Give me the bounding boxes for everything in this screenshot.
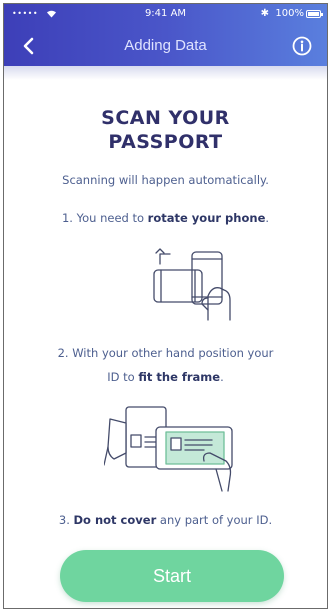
phone-screen: ••••• 9:41 AM ✱ 100% Adding Data SCAN YO… <box>3 3 328 609</box>
scan-heading-line2: PASSPORT <box>108 131 223 153</box>
step-1-prefix: 1. You need to <box>61 211 148 225</box>
scan-heading: SCAN YOUR PASSPORT <box>4 106 327 154</box>
step-2-suffix: . <box>220 370 224 384</box>
fit-frame-illustration <box>104 406 233 492</box>
rotate-phone-illustration <box>153 248 231 321</box>
step-2-line-2: ID to fit the frame. <box>4 370 327 384</box>
step-1: 1. You need to rotate your phone. <box>4 211 327 225</box>
step-3-suffix: any part of your ID. <box>156 513 273 527</box>
step-2-prefix: ID to <box>107 370 139 384</box>
step-1-emphasis: rotate your phone <box>147 211 266 225</box>
step-3-prefix: 3. <box>58 513 74 527</box>
step-1-suffix: . <box>265 211 270 225</box>
step-2-line-1: 2. With your other hand position your <box>57 346 274 360</box>
step-3: 3. Do not cover any part of your ID. <box>4 513 327 527</box>
step-3-emphasis: Do not cover <box>73 513 157 527</box>
page-title: Adding Data <box>124 37 207 54</box>
scan-instructions: SCAN YOUR PASSPORT Scanning will happen … <box>4 66 327 608</box>
status-bar: ••••• 9:41 AM ✱ 100% <box>4 4 327 24</box>
subtitle: Scanning will happen automatically. <box>62 173 269 187</box>
battery-icon <box>306 10 323 18</box>
nav-bar: Adding Data <box>4 26 327 66</box>
battery-percent: 100% <box>275 8 304 19</box>
start-button[interactable]: Start <box>60 550 284 602</box>
info-icon[interactable] <box>291 35 313 57</box>
scan-heading-line1: SCAN YOUR <box>101 107 230 129</box>
app-header: ••••• 9:41 AM ✱ 100% Adding Data <box>4 4 327 66</box>
bluetooth-icon: ✱ <box>260 8 269 19</box>
step-2-emphasis: fit the frame <box>138 370 221 384</box>
